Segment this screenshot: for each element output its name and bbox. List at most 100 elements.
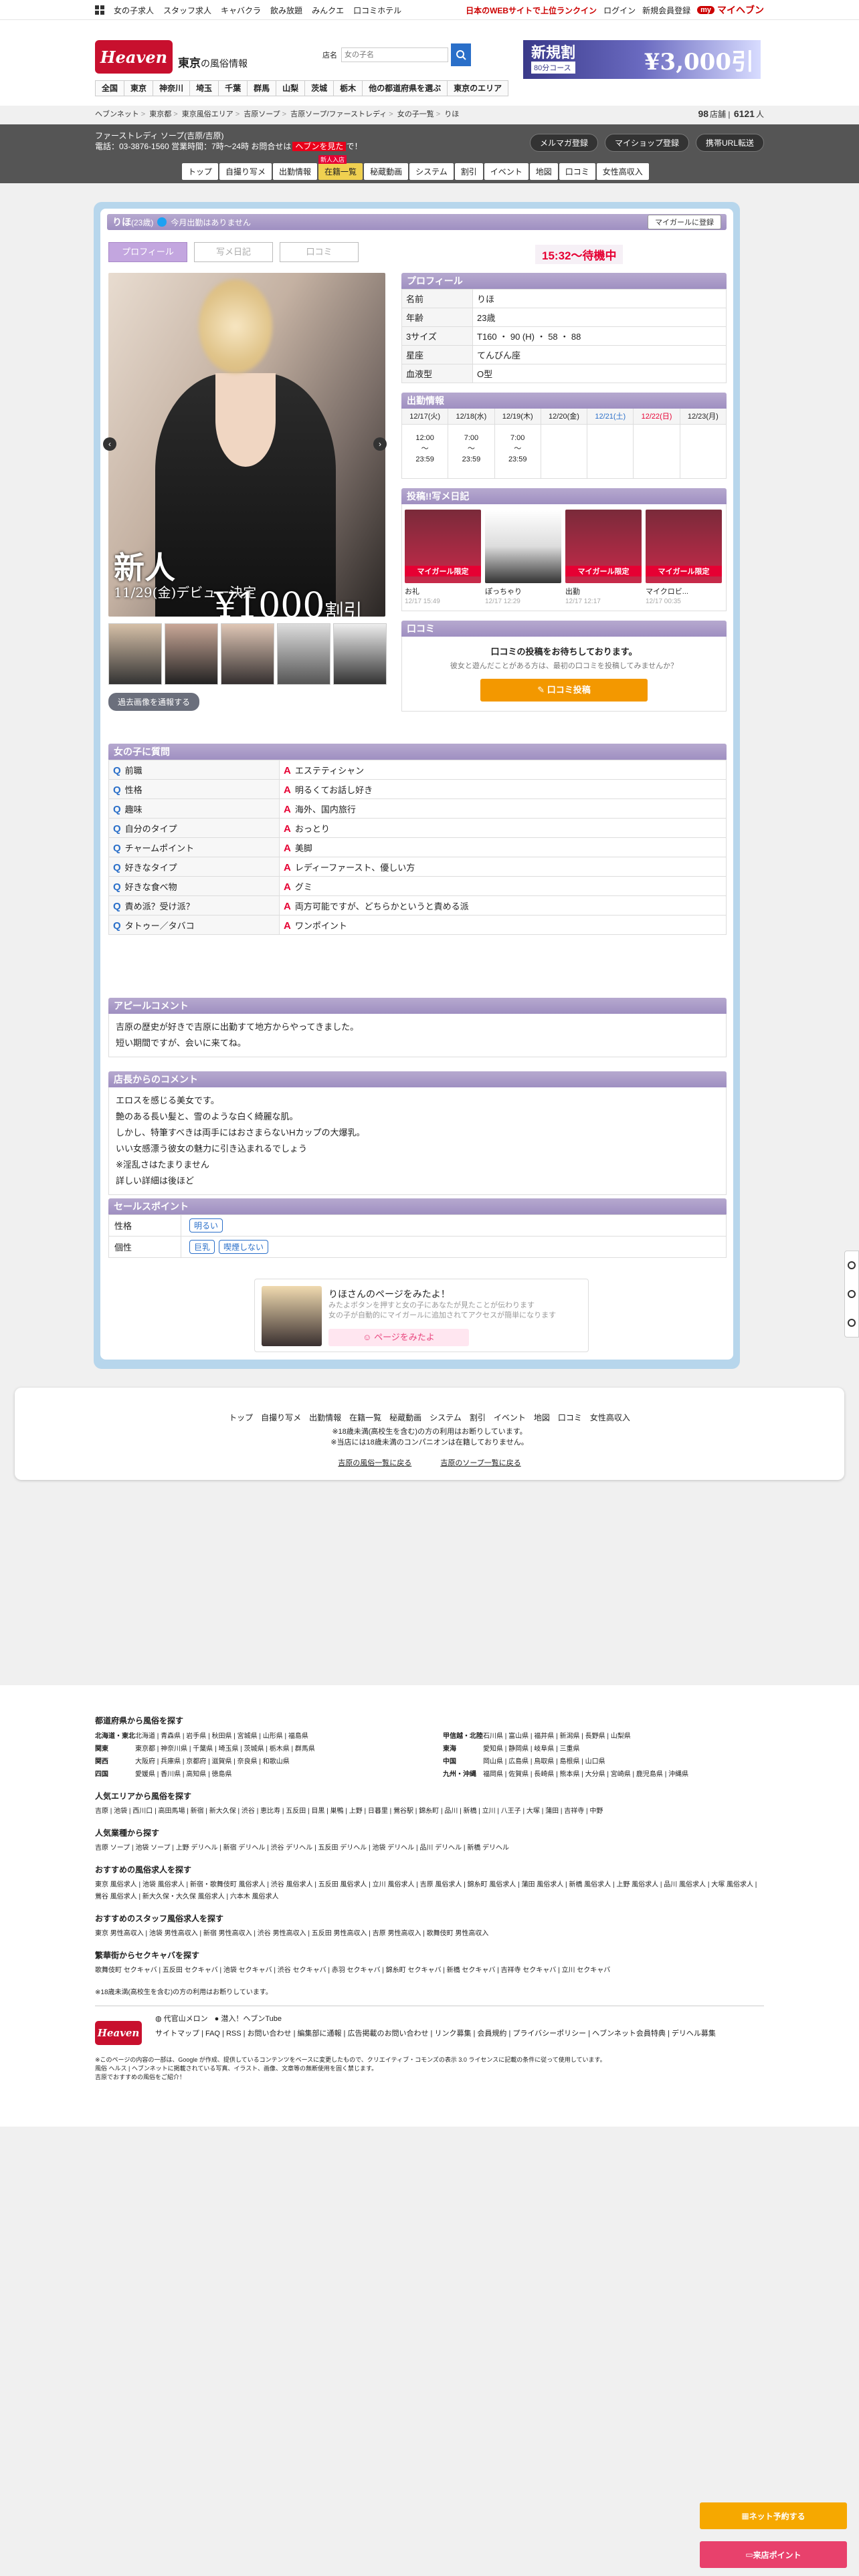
shopnav-selfie[interactable]: 自撮り写メ [219,163,272,180]
gnav-item[interactable]: 千葉 [219,81,248,96]
history-icon[interactable] [848,1289,856,1298]
gnav-item[interactable]: 東京 [124,81,154,96]
heaven-logo[interactable]: Heaven [95,40,173,74]
service-menu-icon[interactable] [95,5,104,15]
mitayo-button[interactable]: ☺ ページをみたよ [328,1329,469,1346]
footer-shop-link[interactable]: トップ [229,1413,253,1422]
shopnav-schedule[interactable]: 出勤情報 [273,163,318,180]
gnav-item[interactable]: 全国 [96,81,125,96]
footer-shop-link[interactable]: 地図 [534,1413,550,1422]
pref-links[interactable]: 福岡県 | 佐賀県 | 長崎県 | 熊本県 | 大分県 | 宮崎県 | 鹿児島県… [483,1768,688,1778]
photo-prev-arrow-icon[interactable]: ‹ [103,437,116,451]
register-link[interactable]: 新規会員登録 [642,5,690,16]
genre-links[interactable]: 吉原 ソープ | 池袋 ソープ | 上野 デリヘル | 新宿 デリヘル | 渋谷… [95,1842,764,1854]
shopnav-system[interactable]: システム [409,163,454,180]
pref-links[interactable]: 愛知県 | 静岡県 | 岐阜県 | 三重県 [483,1743,579,1753]
pref-links[interactable]: 愛媛県 | 香川県 | 高知県 | 徳島県 [135,1768,231,1778]
footer-shop-link[interactable]: システム [430,1413,462,1422]
breadcrumb-item[interactable]: ヘブンネット [95,110,139,118]
report-photo-button[interactable]: 過去画像を通報する [108,693,200,711]
breadcrumb-item[interactable]: 女の子一覧 [397,110,434,118]
topbar-link-hotel[interactable]: 口コミホテル [353,5,401,16]
breadcrumb-item[interactable]: 東京風俗エリア [182,110,233,118]
footer-logo[interactable]: Heaven [95,2021,142,2045]
thumbnail[interactable] [165,623,218,685]
myheaven-link[interactable]: my マイヘブン [697,3,764,17]
shopnav-event[interactable]: イベント [484,163,529,180]
back-to-list-link[interactable]: 吉原の風俗一覧に戻る [338,1459,411,1467]
footer-shop-link[interactable]: 女性高収入 [590,1413,630,1422]
footer-links[interactable]: サイトマップ | FAQ | RSS | お問い合わせ | 編集部に通報 | 広… [155,2028,716,2038]
melon-link[interactable]: ◍ 代官山メロン [155,2013,208,2024]
footer-shop-link[interactable]: イベント [494,1413,526,1422]
main-photo[interactable]: 新人 11/29(金)デビュー決定 ¥1000割引 [108,273,385,617]
footer-shop-link[interactable]: 自撮り写メ [261,1413,301,1422]
thumbnail[interactable] [277,623,330,685]
campaign-banner[interactable]: 新規割 80分コース ¥3,000引 [523,40,761,79]
mobile-url-button[interactable]: 携帯URL転送 [695,134,764,152]
breadcrumb-item[interactable]: 吉原ソープ/ファーストレディ [290,110,387,118]
breadcrumb-item[interactable]: 吉原ソープ [244,110,280,118]
shopnav-recruit[interactable]: 女性高収入 [596,163,649,180]
mailmag-button[interactable]: メルマガ登録 [529,134,598,152]
search-input[interactable] [341,47,448,62]
shopnav-review[interactable]: 口コミ [559,163,595,180]
tab-review[interactable]: 口コミ [280,242,359,262]
gnav-item[interactable]: 茨城 [305,81,335,96]
mygirl-register-button[interactable]: マイガールに登録 [648,215,721,229]
job-links[interactable]: 東京 風俗求人 | 池袋 風俗求人 | 新宿・歌舞伎町 風俗求人 | 渋谷 風俗… [95,1879,764,1903]
myshop-button[interactable]: マイショップ登録 [604,134,689,152]
twitter-icon[interactable] [157,217,167,227]
topbar-link-drink[interactable]: 飲み放題 [270,5,302,16]
thumbnail[interactable] [221,623,274,685]
gnav-item[interactable]: 他の都道府県を選ぶ [363,81,448,96]
diary-post[interactable]: マイガール限定 マイクロビ... 12/17 00:35 [646,510,722,605]
shopnav-map[interactable]: 地図 [529,163,558,180]
pref-links[interactable]: 大阪府 | 兵庫県 | 京都府 | 滋賀県 | 奈良県 | 和歌山県 [135,1755,290,1765]
shopnav-girls[interactable]: 新人入店 在籍一覧 [318,155,363,180]
heaventube-link[interactable]: ● 潜入！ヘブンTube [215,2013,282,2024]
gnav-item[interactable]: 栃木 [334,81,363,96]
diary-post[interactable]: マイガール限定 出勤 12/17 12:17 [565,510,642,605]
thumbnail[interactable] [108,623,162,685]
gnav-item[interactable]: 神奈川 [153,81,191,96]
staff-links[interactable]: 東京 男性高収入 | 池袋 男性高収入 | 新宿 男性高収入 | 渋谷 男性高収… [95,1928,764,1940]
visit-point-button[interactable]: ▭ 来店ポイント [700,2541,847,2568]
pref-links[interactable]: 石川県 | 富山県 | 福井県 | 新潟県 | 長野県 | 山梨県 [483,1730,631,1740]
breadcrumb-item[interactable]: 東京都 [149,110,171,118]
footer-shop-link[interactable]: 出勤情報 [309,1413,341,1422]
shopnav-discount[interactable]: 割引 [454,163,483,180]
diary-post[interactable]: マイガール限定 お礼 12/17 15:49 [405,510,481,605]
tab-profile[interactable]: プロフィール [108,242,187,262]
login-link[interactable]: ログイン [603,5,636,16]
footer-shop-link[interactable]: 秘蔵動画 [389,1413,421,1422]
bell-icon[interactable] [848,1261,856,1270]
photo-next-arrow-icon[interactable]: › [373,437,387,451]
back-to-soap-link[interactable]: 吉原のソープ一覧に戻る [440,1459,520,1467]
topbar-link-staff-job[interactable]: スタッフ求人 [163,5,211,16]
thumbnail[interactable] [333,623,387,685]
pref-links[interactable]: 東京都 | 神奈川県 | 千葉県 | 埼玉県 | 茨城県 | 栃木県 | 群馬県 [135,1743,315,1753]
bookmark-icon[interactable] [848,1318,856,1327]
search-button[interactable] [451,43,471,66]
footer-shop-link[interactable]: 口コミ [558,1413,582,1422]
pref-links[interactable]: 岡山県 | 広島県 | 鳥取県 | 島根県 | 山口県 [483,1755,605,1765]
gnav-item[interactable]: 埼玉 [190,81,219,96]
gnav-item[interactable]: 群馬 [248,81,277,96]
footer-shop-link[interactable]: 割引 [470,1413,486,1422]
tab-diary[interactable]: 写メ日記 [194,242,273,262]
post-review-button[interactable]: ✎ 口コミ投稿 [480,679,648,702]
gnav-item[interactable]: 山梨 [276,81,306,96]
gnav-item[interactable]: 東京のエリア [448,81,508,96]
pref-links[interactable]: 北海道 | 青森県 | 岩手県 | 秋田県 | 宮城県 | 山形県 | 福島県 [135,1730,308,1740]
topbar-link-cabaret[interactable]: キャバクラ [221,5,261,16]
net-reserve-button[interactable]: ▦ ネット予約する [700,2502,847,2529]
topbar-link-minque[interactable]: みんクエ [312,5,344,16]
shop-name[interactable]: ファーストレディ ソープ(吉原/吉原) [95,130,224,141]
footer-shop-link[interactable]: 在籍一覧 [349,1413,381,1422]
diary-post[interactable]: ぽっちゃり 12/17 12:29 [485,510,561,605]
shopnav-video[interactable]: 秘蔵動画 [364,163,409,180]
topbar-link-girls-job[interactable]: 女の子求人 [114,5,154,16]
shopnav-top[interactable]: トップ [182,163,219,180]
area-links[interactable]: 吉原 | 池袋 | 西川口 | 高田馬場 | 新宿 | 新大久保 | 渋谷 | … [95,1806,764,1818]
